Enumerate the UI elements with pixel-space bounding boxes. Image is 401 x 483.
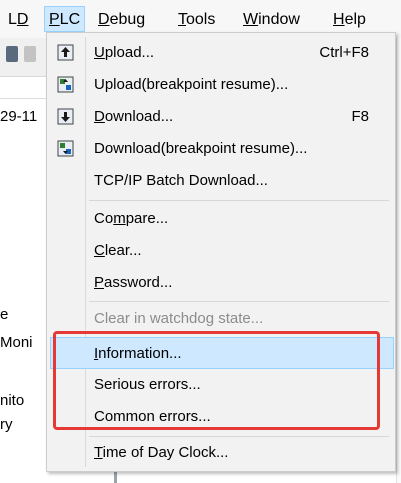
menu-item-common-errors[interactable]: Common errors... — [47, 401, 395, 433]
menu-tools[interactable]: Tools — [178, 10, 215, 30]
menu-item-upload[interactable]: Upload... Ctrl+F8 — [47, 37, 395, 69]
menu-help[interactable]: Help — [333, 10, 366, 30]
menu-item-label: Serious errors... — [94, 376, 201, 393]
menu-item-download-resume[interactable]: Download(breakpoint resume)... — [47, 133, 395, 165]
menu-item-download[interactable]: Download... F8 — [47, 101, 395, 133]
menu-item-clear[interactable]: Clear... — [47, 235, 395, 267]
menu-ld[interactable]: LD — [8, 10, 28, 30]
menu-plc[interactable]: PLC — [44, 6, 86, 32]
menu-item-label: Download... — [94, 108, 174, 125]
upload-icon — [57, 44, 74, 61]
upload-resume-icon — [57, 76, 74, 93]
toolbar-icon[interactable] — [24, 46, 36, 62]
menu-item-label: Download(breakpoint resume)... — [94, 140, 308, 157]
menu-item-label: Upload... — [94, 44, 155, 61]
background-text: e — [0, 306, 9, 323]
background-text: 29-11 — [0, 108, 38, 125]
menu-debug[interactable]: Debug — [98, 10, 145, 30]
menu-separator — [89, 301, 389, 302]
background-panel-right — [396, 38, 401, 483]
background-text: ry — [0, 416, 13, 433]
download-icon — [57, 108, 74, 125]
menu-item-time-of-day-clock[interactable]: Time of Day Clock... — [47, 437, 395, 469]
toolbar-icon[interactable] — [6, 46, 18, 62]
menu-item-label: Clear in watchdog state... — [94, 310, 264, 327]
menu-item-label: Upload(breakpoint resume)... — [94, 76, 289, 93]
background-text: nito — [0, 392, 25, 409]
download-resume-icon — [57, 140, 74, 157]
background-text: Moni — [0, 334, 33, 351]
menu-item-label: Information... — [94, 345, 182, 362]
menu-item-label: Time of Day Clock... — [94, 444, 229, 461]
menu-item-compare[interactable]: Compare... — [47, 203, 395, 235]
menu-item-label: TCP/IP Batch Download... — [94, 172, 268, 189]
plc-dropdown-menu: Upload... Ctrl+F8 Upload(breakpoint resu… — [46, 32, 396, 472]
menu-item-serious-errors[interactable]: Serious errors... — [47, 369, 395, 401]
background-scroll-marker — [114, 472, 117, 483]
menu-item-tcpip-batch-download[interactable]: TCP/IP Batch Download... — [47, 165, 395, 197]
menu-item-label: Common errors... — [94, 408, 211, 425]
menu-item-password[interactable]: Password... — [47, 267, 395, 299]
menu-separator — [89, 200, 389, 201]
menu-item-label: Clear... — [94, 242, 142, 259]
menu-item-shortcut: Ctrl+F8 — [319, 44, 369, 61]
menu-item-information[interactable]: Information... — [50, 337, 394, 369]
background-divider — [0, 98, 46, 99]
menu-item-label: Compare... — [94, 210, 169, 227]
menu-item-shortcut: F8 — [351, 108, 369, 125]
menu-window[interactable]: Window — [243, 10, 300, 30]
menu-item-clear-watchdog: Clear in watchdog state... — [47, 303, 395, 335]
menu-item-upload-resume[interactable]: Upload(breakpoint resume)... — [47, 69, 395, 101]
menu-item-label: Password... — [94, 274, 173, 291]
